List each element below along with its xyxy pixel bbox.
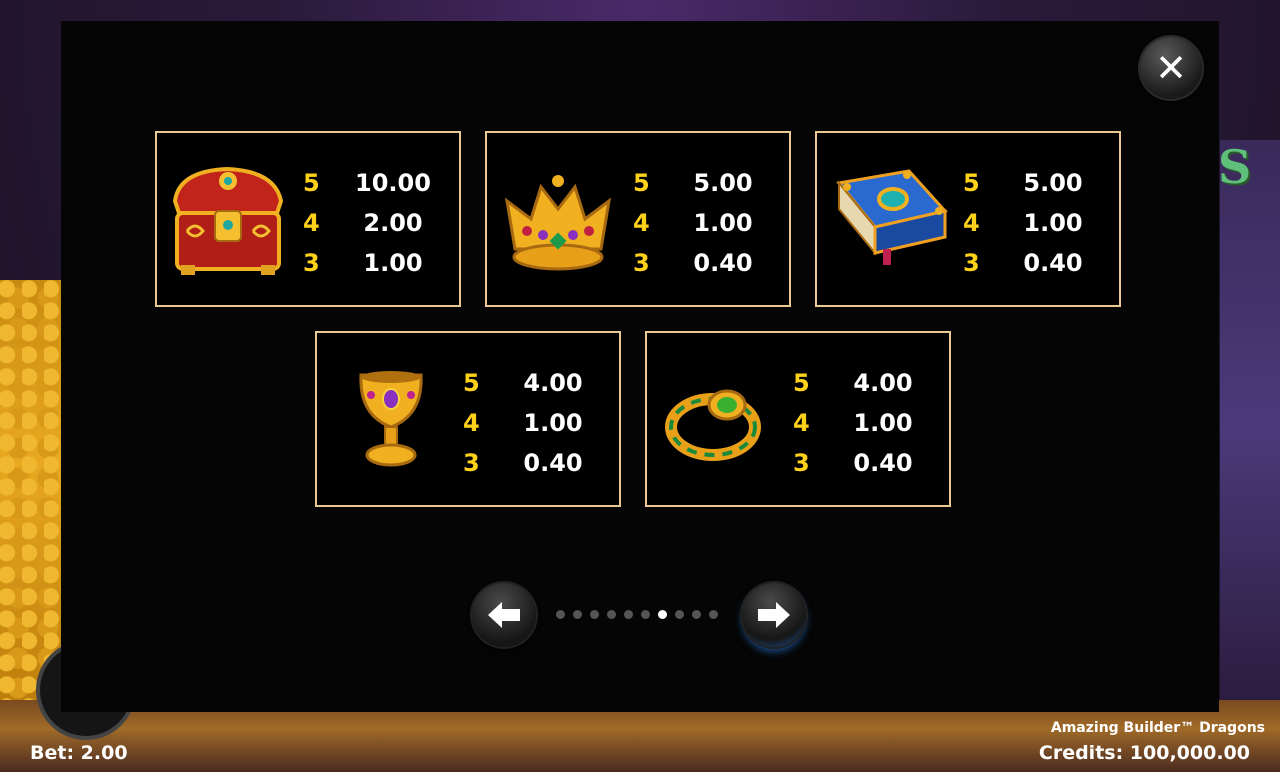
page-dot[interactable] (556, 610, 565, 619)
count-3: 3 (963, 249, 980, 277)
page-dot[interactable] (573, 610, 582, 619)
payout-value: 10.00 (355, 169, 431, 197)
paytable-card-spell-book: 5 5.00 4 1.00 3 0.40 (815, 131, 1121, 307)
goblet-icon (359, 371, 423, 467)
page-dot[interactable] (675, 610, 684, 619)
count-4: 4 (633, 209, 650, 237)
page-dot[interactable] (692, 610, 701, 619)
ring-icon (665, 389, 761, 461)
game-title: Amazing Builder™ Dragons (1050, 720, 1265, 736)
count-3: 3 (303, 249, 320, 277)
page-dot[interactable] (709, 610, 718, 619)
arrow-left-icon (488, 602, 520, 628)
payout-value: 5.00 (693, 169, 753, 197)
page-dot[interactable] (658, 610, 667, 619)
payout-value: 1.00 (523, 409, 583, 437)
page-indicator (556, 610, 718, 619)
next-page-button[interactable] (742, 583, 806, 647)
payout-value: 1.00 (693, 209, 753, 237)
count-5: 5 (793, 369, 810, 397)
bet-display: Bet: 2.00 (30, 742, 128, 764)
paytable-card-crown: 5 5.00 4 1.00 3 0.40 (485, 131, 791, 307)
count-5: 5 (463, 369, 480, 397)
count-3: 3 (633, 249, 650, 277)
page-dot[interactable] (641, 610, 650, 619)
previous-page-button[interactable] (472, 583, 536, 647)
paytable-card-treasure-chest: 5 10.00 4 2.00 3 1.00 (155, 131, 461, 307)
page-dot[interactable] (624, 610, 633, 619)
paytable-card-goblet: 5 4.00 4 1.00 3 0.40 (315, 331, 621, 507)
crown-icon (504, 175, 612, 271)
credits-display: Credits: 100,000.00 (1038, 742, 1250, 764)
payout-value: 0.40 (853, 449, 913, 477)
payout-value: 1.00 (363, 249, 423, 277)
count-4: 4 (463, 409, 480, 437)
count-5: 5 (303, 169, 320, 197)
close-button[interactable]: ✕ (1140, 37, 1202, 99)
payout-value: 2.00 (363, 209, 423, 237)
count-4: 4 (303, 209, 320, 237)
count-3: 3 (793, 449, 810, 477)
count-5: 5 (963, 169, 980, 197)
payout-value: 1.00 (1023, 209, 1083, 237)
payout-value: 0.40 (1023, 249, 1083, 277)
payout-value: 0.40 (523, 449, 583, 477)
page-dot[interactable] (590, 610, 599, 619)
count-4: 4 (963, 209, 980, 237)
close-icon: ✕ (1155, 46, 1187, 90)
paytable-card-ring: 5 4.00 4 1.00 3 0.40 (645, 331, 951, 507)
spell-book-icon (836, 169, 948, 265)
payout-value: 4.00 (853, 369, 913, 397)
paytable-modal (61, 21, 1219, 712)
count-4: 4 (793, 409, 810, 437)
payout-value: 4.00 (523, 369, 583, 397)
payout-value: 1.00 (853, 409, 913, 437)
arrow-right-icon (758, 602, 790, 628)
background-right (1220, 140, 1280, 720)
count-3: 3 (463, 449, 480, 477)
page-dot[interactable] (607, 610, 616, 619)
payout-value: 0.40 (693, 249, 753, 277)
treasure-chest-icon (172, 166, 284, 275)
payout-value: 5.00 (1023, 169, 1083, 197)
background-logo: S (1218, 140, 1251, 194)
count-5: 5 (633, 169, 650, 197)
